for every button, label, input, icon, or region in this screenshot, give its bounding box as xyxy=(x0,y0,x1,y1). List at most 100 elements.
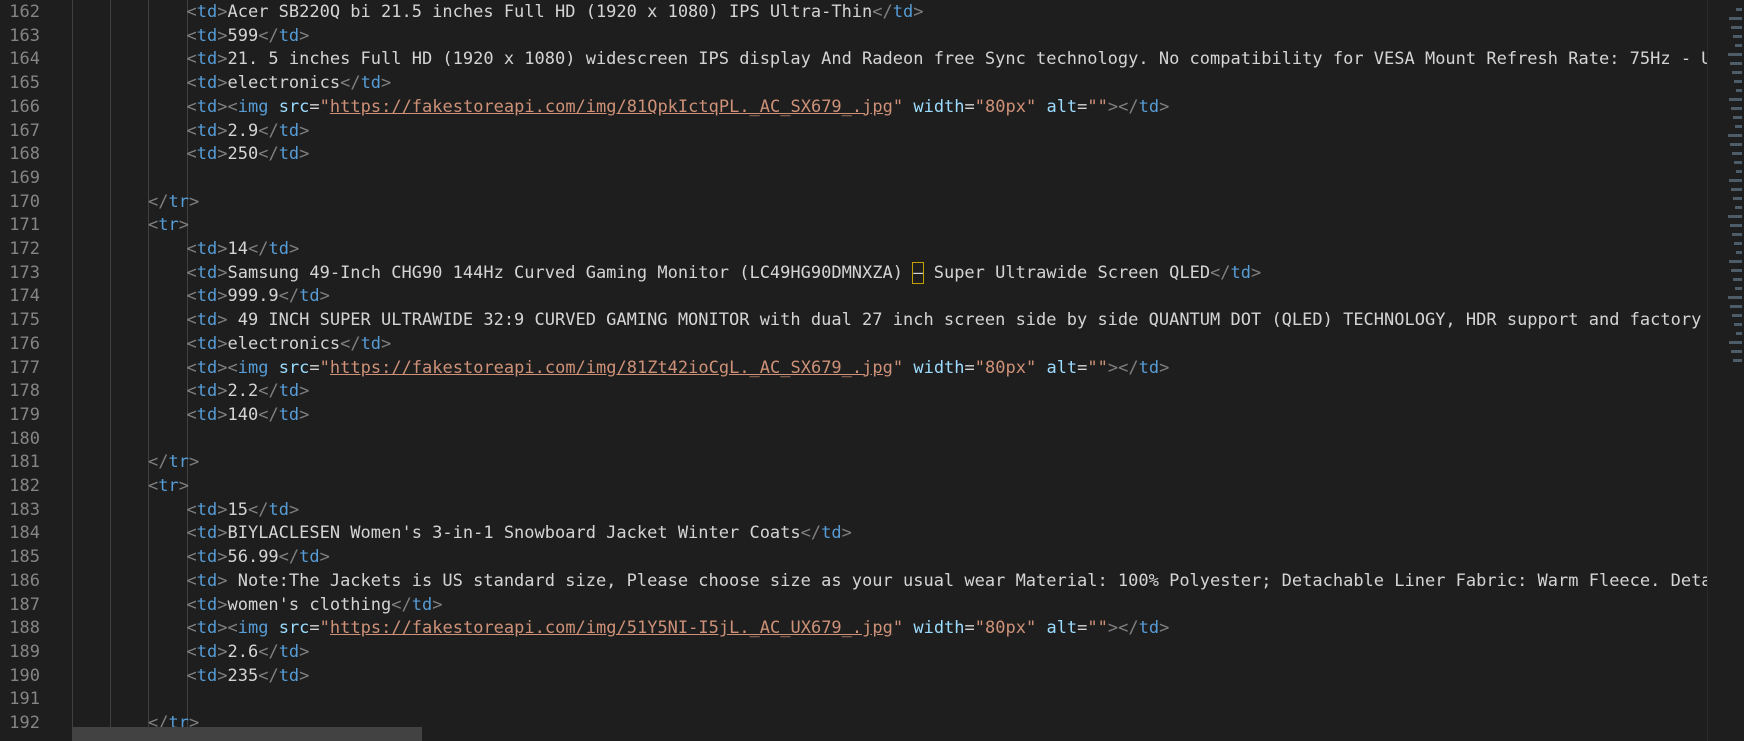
code-line[interactable]: 182 <tr> xyxy=(0,474,1708,498)
code-line[interactable]: 187 <td>women's clothing</td> xyxy=(0,593,1708,617)
code-token: > xyxy=(1159,618,1170,639)
code-token: " xyxy=(319,96,330,117)
code-token: td xyxy=(196,144,218,165)
line-number: 192 xyxy=(9,713,40,733)
code-line[interactable]: 163 <td>599</td> xyxy=(0,24,1708,48)
code-token: td xyxy=(268,499,289,520)
code-text: </tr> xyxy=(148,190,199,214)
minimap-mark xyxy=(1729,260,1742,263)
code-token: > xyxy=(217,73,228,94)
code-text: <td>2.9</td> xyxy=(187,119,310,143)
code-text: <td>women's clothing</td> xyxy=(187,593,443,617)
code-token: 15 xyxy=(227,499,248,520)
code-line[interactable]: 190 <td>235</td> xyxy=(0,664,1708,688)
line-number: 180 xyxy=(9,428,40,449)
code-token: img xyxy=(237,357,269,378)
code-line[interactable]: 175 <td> 49 INCH SUPER ULTRAWIDE 32:9 CUR… xyxy=(0,308,1708,332)
code-line[interactable]: 171 <tr> xyxy=(0,213,1708,237)
minimap-mark xyxy=(1736,170,1742,173)
code-line[interactable]: 162 <td>Acer SB220Q bi 21.5 inches Full H… xyxy=(0,0,1708,24)
code-line[interactable]: 189 <td>2.6</td> xyxy=(0,640,1708,664)
code-token: < xyxy=(186,120,197,141)
code-line[interactable]: 168 <td>250</td> xyxy=(0,142,1708,166)
code-token: td xyxy=(196,357,218,378)
code-token: td xyxy=(196,499,218,520)
code-token: < xyxy=(186,2,197,22)
code-token: tr xyxy=(158,476,179,496)
code-token: td xyxy=(278,144,300,165)
code-token: td xyxy=(1230,262,1252,283)
code-token: </ xyxy=(258,144,279,165)
code-token: > xyxy=(1159,357,1170,378)
code-token: "80px" xyxy=(974,96,1037,117)
code-line[interactable]: 172 <td>14</td> xyxy=(0,237,1708,261)
minimap-mark xyxy=(1728,296,1742,299)
minimap-mark xyxy=(1729,179,1742,182)
code-line[interactable]: 169 xyxy=(0,166,1708,190)
minimap-mark xyxy=(1733,197,1742,200)
code-line[interactable]: 165 <td>electronics</td> xyxy=(0,71,1708,95)
minimap-mark xyxy=(1732,233,1742,236)
code-token[interactable]: https://fakestoreapi.com/img/81Zt42ioCgL… xyxy=(330,358,893,378)
code-editor[interactable]: 162 <td>Acer SB220Q bi 21.5 inches Full H… xyxy=(0,0,1708,741)
code-token: 2.2 xyxy=(227,381,259,402)
code-line[interactable]: 180 xyxy=(0,427,1708,451)
code-line[interactable]: 184 <td>BIYLACLESEN Women's 3-in-1 Snowbo… xyxy=(0,521,1708,545)
code-line[interactable]: 166 <td><img src="https://fakestoreapi.co… xyxy=(0,95,1708,119)
minimap-mark xyxy=(1733,116,1742,119)
code-line[interactable]: 185 <td>56.99</td> xyxy=(0,545,1708,569)
horizontal-scrollbar-thumb[interactable] xyxy=(72,727,422,741)
code-token: 140 xyxy=(227,404,259,425)
code-line[interactable]: 170 </tr> xyxy=(0,190,1708,214)
code-token: td xyxy=(196,570,218,591)
code-token[interactable]: https://fakestoreapi.com/img/51Y5NI-I5jL… xyxy=(330,618,893,638)
code-text: <td>BIYLACLESEN Women's 3-in-1 Snowboard… xyxy=(187,521,852,545)
code-line[interactable]: 181 </tr> xyxy=(0,450,1708,474)
code-line[interactable]: 186 <td> Note:The Jackets is US standard … xyxy=(0,569,1708,593)
code-token: > xyxy=(217,96,228,117)
line-number: 171 xyxy=(9,215,40,236)
code-line[interactable]: 178 <td>2.2</td> xyxy=(0,379,1708,403)
code-token: "80px" xyxy=(974,357,1037,378)
code-token: > xyxy=(217,665,228,686)
code-token: src xyxy=(278,618,310,639)
code-token: 2.9 xyxy=(227,120,259,141)
code-token: td xyxy=(196,25,218,46)
code-token: BIYLACLESEN Women's 3-in-1 Snowboard Jac… xyxy=(227,523,801,544)
code-token: "80px" xyxy=(974,618,1037,639)
code-token: > xyxy=(319,286,330,307)
code-line[interactable]: 191 xyxy=(0,687,1708,711)
line-number: 174 xyxy=(9,286,40,307)
minimap-scrollbar[interactable] xyxy=(1707,0,1744,741)
code-line[interactable]: 177 <td><img src="https://fakestoreapi.co… xyxy=(0,356,1708,380)
code-line[interactable]: 164 <td>21. 5 inches Full HD (1920 x 1080… xyxy=(0,47,1708,71)
code-line[interactable]: 183 <td>15</td> xyxy=(0,498,1708,522)
code-token: </ xyxy=(872,2,893,22)
code-line[interactable]: 176 <td>electronics</td> xyxy=(0,332,1708,356)
code-token: Note:The Jackets is US standard size, Pl… xyxy=(227,570,1708,591)
code-line[interactable]: 179 <td>140</td> xyxy=(0,403,1708,427)
code-text: </tr> xyxy=(148,450,199,474)
code-token: img xyxy=(237,618,269,639)
code-line[interactable]: 188 <td><img src="https://fakestoreapi.co… xyxy=(0,616,1708,640)
code-token: > xyxy=(217,262,228,283)
code-token: td xyxy=(196,239,218,259)
code-token: > xyxy=(217,357,228,378)
code-token: = xyxy=(309,618,320,639)
line-number: 170 xyxy=(9,191,40,212)
code-token[interactable]: https://fakestoreapi.com/img/81QpkIctqPL… xyxy=(330,97,893,117)
code-line[interactable]: 173 <td>Samsung 49-Inch CHG90 144Hz Curve… xyxy=(0,261,1708,285)
code-token: < xyxy=(186,404,197,425)
code-line[interactable]: 174 <td>999.9</td> xyxy=(0,284,1708,308)
code-token: = xyxy=(964,618,975,639)
line-number: 164 xyxy=(9,49,40,70)
code-text: <td>Acer SB220Q bi 21.5 inches Full HD (… xyxy=(187,0,924,24)
code-token: " xyxy=(319,357,330,378)
line-number: 165 xyxy=(9,73,40,94)
code-line[interactable]: 167 <td>2.9</td> xyxy=(0,119,1708,143)
code-token: > xyxy=(217,2,228,22)
code-token: </ xyxy=(800,523,822,544)
